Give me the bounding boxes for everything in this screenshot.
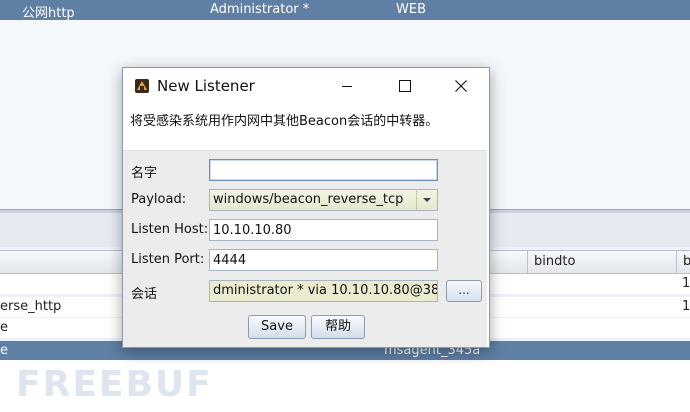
session-field[interactable]: dministrator * via 10.10.10.80@3836 xyxy=(209,280,438,302)
payload-value: windows/beacon_reverse_tcp xyxy=(213,192,404,207)
table-cell: e xyxy=(0,320,8,335)
choose-session-button[interactable]: ... xyxy=(446,280,482,302)
dialog-description-area: 将受感染系统用作内网中其他Beacon会话的中转器。 xyxy=(123,104,487,150)
column-header-beacons[interactable]: b xyxy=(676,251,690,273)
new-listener-dialog: New Listener 将受感染系统用作内网中其他Beacon会话的中转器。 … xyxy=(122,67,490,348)
table-cell: e xyxy=(0,343,8,358)
dialog-title: New Listener xyxy=(157,77,255,95)
listen-host-field[interactable] xyxy=(209,219,438,241)
maximize-icon xyxy=(399,80,411,92)
save-button[interactable]: Save xyxy=(248,315,306,339)
name-label: 名字 xyxy=(131,166,158,181)
listener-form: 名字 Payload: windows/beacon_reverse_tcp L… xyxy=(123,150,487,347)
cobalt-strike-app-icon xyxy=(134,78,150,94)
minimize-button[interactable] xyxy=(333,73,361,99)
payload-label: Payload: xyxy=(131,192,187,207)
help-button[interactable]: 帮助 xyxy=(311,315,365,339)
table-cell: 1: xyxy=(682,276,690,291)
column-header-bindto[interactable]: bindto xyxy=(527,251,674,273)
bg-cell-computer: WEB xyxy=(396,2,426,17)
payload-select[interactable]: windows/beacon_reverse_tcp xyxy=(209,189,438,211)
chevron-down-icon[interactable] xyxy=(416,190,437,210)
close-button[interactable] xyxy=(447,73,475,99)
listen-host-label: Listen Host: xyxy=(131,222,209,237)
minimize-icon xyxy=(341,80,353,92)
name-field[interactable] xyxy=(209,159,438,181)
table-cell: 1! xyxy=(682,299,690,314)
freebuf-watermark: FREEBUF xyxy=(16,364,213,405)
bg-cell-user: Administrator * xyxy=(210,2,310,17)
table-cell: erse_http xyxy=(0,299,62,314)
listen-port-label: Listen Port: xyxy=(131,252,205,267)
bg-cell-name: 公网http xyxy=(22,6,75,21)
maximize-button[interactable] xyxy=(391,73,419,99)
listen-port-field[interactable] xyxy=(209,249,438,271)
background-selected-listener-row[interactable]: 公网http Administrator * WEB xyxy=(0,0,690,21)
dialog-titlebar[interactable]: New Listener xyxy=(123,68,489,104)
session-value: dministrator * via 10.10.10.80@3836 xyxy=(213,283,438,298)
dialog-description: 将受感染系统用作内网中其他Beacon会话的中转器。 xyxy=(130,114,439,129)
close-icon xyxy=(455,80,467,92)
session-label: 会话 xyxy=(131,287,158,302)
